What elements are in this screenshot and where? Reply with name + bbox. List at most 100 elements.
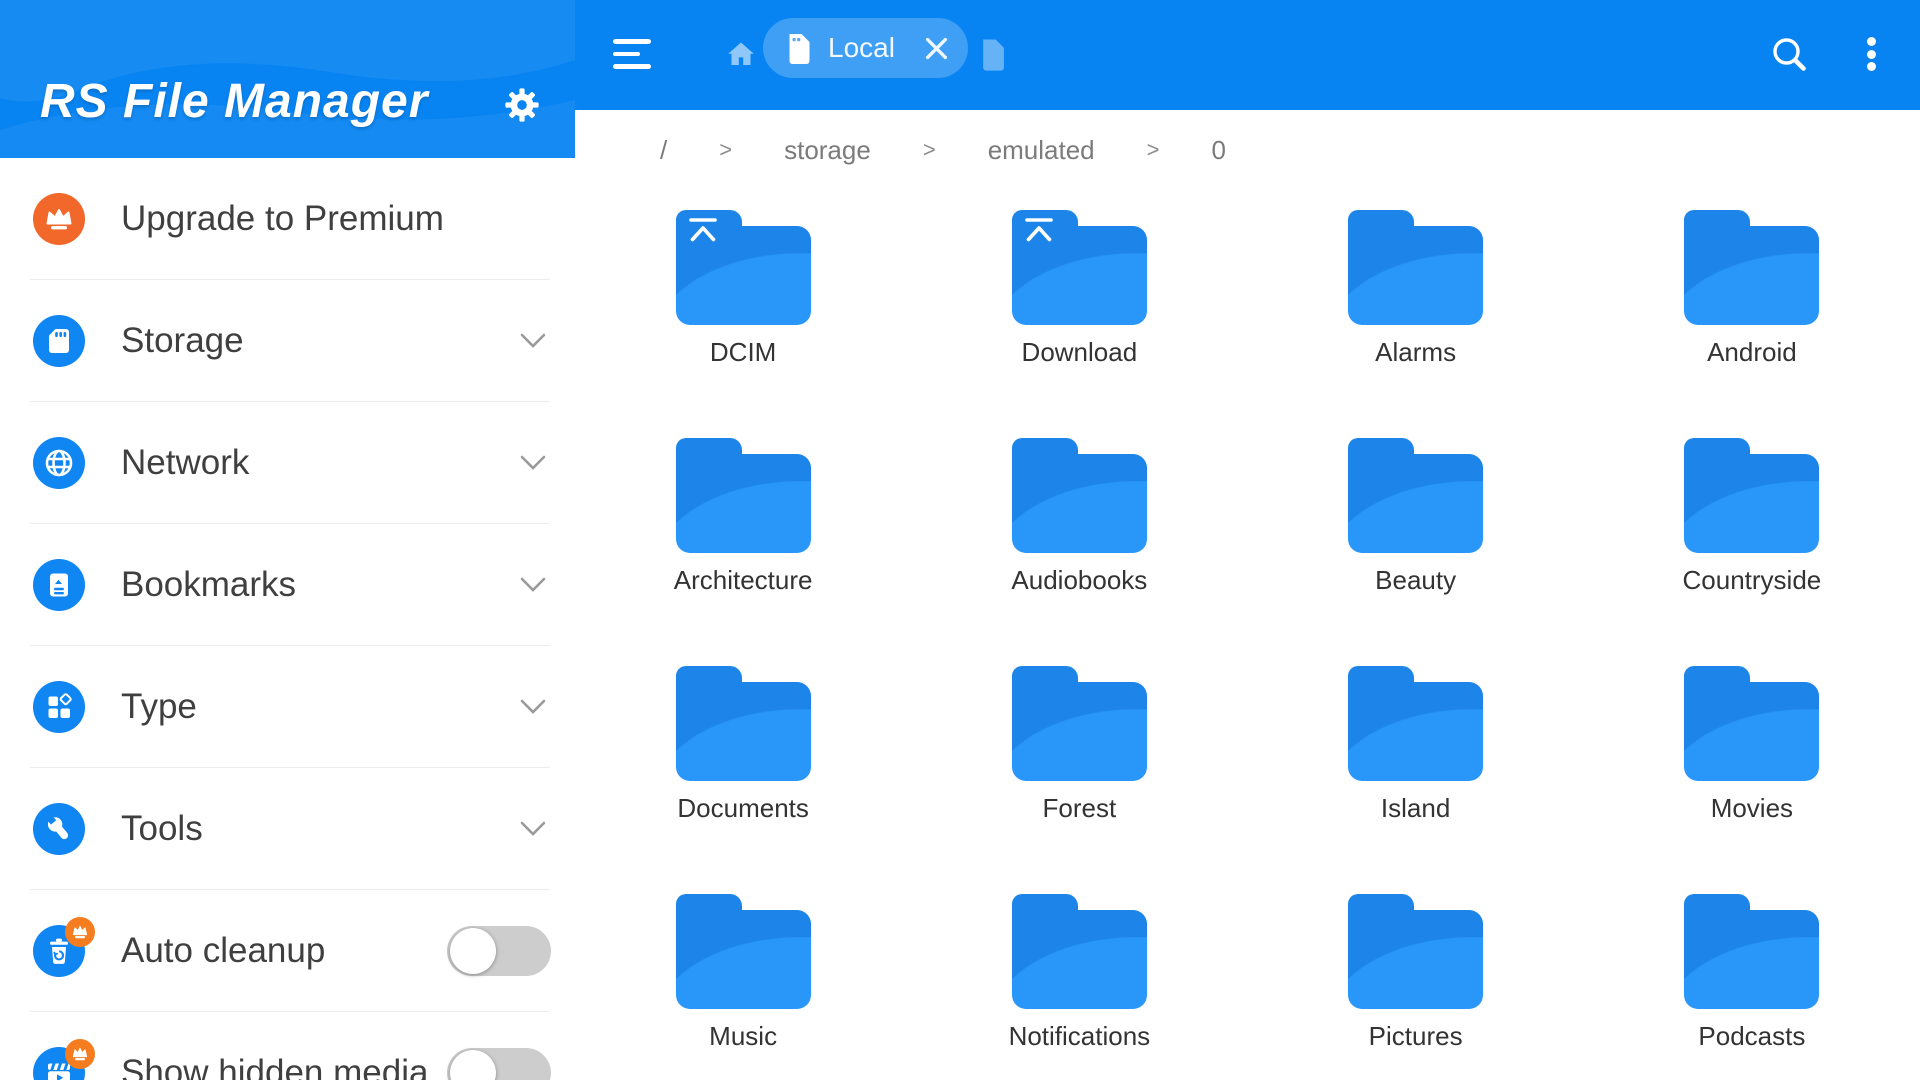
folder-name: Alarms — [1375, 337, 1456, 368]
folder-tile[interactable]: Countryside — [1584, 418, 1920, 646]
wrench-icon — [33, 803, 85, 855]
sidebar-item-storage[interactable]: Storage — [0, 280, 575, 402]
folder-icon — [1684, 438, 1819, 553]
folder-tile[interactable]: Notifications — [911, 874, 1247, 1080]
sidebar-item-upgrade-premium[interactable]: Upgrade to Premium — [0, 158, 575, 280]
folder-icon — [1012, 894, 1147, 1009]
globe-icon — [33, 437, 85, 489]
breadcrumb-segment-0[interactable]: 0 — [1212, 135, 1226, 166]
folder-name: Movies — [1711, 793, 1793, 824]
folder-tile[interactable]: Android — [1584, 190, 1920, 418]
sidebar-item-network[interactable]: Network — [0, 402, 575, 524]
folder-tile[interactable]: DCIM — [575, 190, 911, 418]
folder-name: Forest — [1043, 793, 1117, 824]
folder-tile[interactable]: Music — [575, 874, 911, 1080]
tab-local[interactable]: Local — [763, 18, 968, 78]
folder-icon — [676, 438, 811, 553]
folder-name: Android — [1707, 337, 1797, 368]
chevron-down-icon — [520, 577, 546, 593]
chevron-down-icon — [520, 455, 546, 471]
folder-name: Podcasts — [1698, 1021, 1805, 1052]
sidebar-item-label: Tools — [121, 809, 520, 849]
home-icon[interactable] — [726, 40, 756, 67]
breadcrumb-segment-storage[interactable]: storage — [784, 135, 871, 166]
folder-tile[interactable]: Audiobooks — [911, 418, 1247, 646]
chevron-down-icon — [520, 699, 546, 715]
folder-icon — [1348, 210, 1483, 325]
folder-name: Audiobooks — [1011, 565, 1147, 596]
premium-crown-badge — [65, 1039, 95, 1069]
folder-icon — [1684, 666, 1819, 781]
premium-crown-badge — [65, 917, 95, 947]
kebab-menu-icon[interactable] — [1867, 37, 1876, 75]
sidebar-item-type[interactable]: Type — [0, 646, 575, 768]
folder-tile[interactable]: Documents — [575, 646, 911, 874]
folder-tile[interactable]: Island — [1248, 646, 1584, 874]
auto-cleanup-toggle[interactable] — [447, 926, 551, 976]
folder-tile[interactable]: Architecture — [575, 418, 911, 646]
folder-icon — [1012, 210, 1147, 325]
folder-name: Island — [1381, 793, 1450, 824]
inactive-tab-document-icon[interactable] — [979, 37, 1006, 71]
folder-tile[interactable]: Alarms — [1248, 190, 1584, 418]
folder-icon — [1012, 438, 1147, 553]
search-icon[interactable] — [1770, 35, 1810, 75]
folder-name: Documents — [677, 793, 809, 824]
folder-icon — [676, 894, 811, 1009]
toggle-knob — [450, 1050, 496, 1080]
crown-icon — [33, 193, 85, 245]
sidebar-item-label: Network — [121, 443, 520, 483]
folder-tile[interactable]: Beauty — [1248, 418, 1584, 646]
folder-name: Countryside — [1683, 565, 1822, 596]
folder-tile[interactable]: Download — [911, 190, 1247, 418]
hamburger-menu-icon[interactable] — [613, 39, 651, 69]
close-icon[interactable] — [925, 37, 948, 60]
folder-grid: DCIM Download — [575, 190, 1920, 1080]
folder-icon — [1012, 666, 1147, 781]
show-hidden-media-toggle[interactable] — [447, 1048, 551, 1080]
sd-card-icon — [33, 315, 85, 367]
folder-icon — [1348, 438, 1483, 553]
breadcrumb: / > storage > emulated > 0 — [575, 110, 1920, 190]
up-to-parent-arrow-icon — [688, 216, 718, 243]
folder-icon — [1684, 894, 1819, 1009]
tab-label: Local — [828, 32, 895, 64]
folder-name: DCIM — [710, 337, 776, 368]
sidebar-item-label: Bookmarks — [121, 565, 520, 605]
breadcrumb-separator: > — [1147, 137, 1160, 163]
sidebar-item-bookmarks[interactable]: Bookmarks — [0, 524, 575, 646]
folder-name: Download — [1022, 337, 1138, 368]
folder-tile[interactable]: Movies — [1584, 646, 1920, 874]
folder-tile[interactable]: Pictures — [1248, 874, 1584, 1080]
sidebar: RS File Manager Upgrade to Premium — [0, 0, 575, 1080]
sidebar-header: RS File Manager — [0, 0, 575, 158]
folder-tile[interactable]: Podcasts — [1584, 874, 1920, 1080]
shapes-grid-icon — [33, 681, 85, 733]
toggle-knob — [450, 928, 496, 974]
sidebar-item-label: Type — [121, 687, 520, 727]
folder-name: Architecture — [674, 565, 813, 596]
sidebar-item-auto-cleanup[interactable]: Auto cleanup — [0, 890, 575, 1012]
folder-icon — [1684, 210, 1819, 325]
file-browser-panel: / > storage > emulated > 0 DCIM — [575, 110, 1920, 1080]
folder-icon — [676, 666, 811, 781]
document-icon — [785, 32, 812, 64]
breadcrumb-segment-emulated[interactable]: emulated — [988, 135, 1095, 166]
folder-icon — [676, 210, 811, 325]
app-title: RS File Manager — [40, 74, 428, 129]
sidebar-item-tools[interactable]: Tools — [0, 768, 575, 890]
folder-tile[interactable]: Forest — [911, 646, 1247, 874]
folder-icon — [1348, 894, 1483, 1009]
chevron-down-icon — [520, 821, 546, 837]
sidebar-item-show-hidden-media[interactable]: Show hidden media — [0, 1012, 575, 1080]
folder-name: Music — [709, 1021, 777, 1052]
book-bookmark-icon — [33, 559, 85, 611]
sidebar-item-label: Upgrade to Premium — [121, 199, 575, 239]
gear-icon[interactable] — [505, 88, 539, 122]
folder-icon — [1348, 666, 1483, 781]
up-to-parent-arrow-icon — [1024, 216, 1054, 243]
breadcrumb-segment-root[interactable]: / — [660, 135, 667, 166]
chevron-down-icon — [520, 333, 546, 349]
sidebar-item-label: Show hidden media — [121, 1053, 447, 1080]
sidebar-item-label: Auto cleanup — [121, 931, 447, 971]
